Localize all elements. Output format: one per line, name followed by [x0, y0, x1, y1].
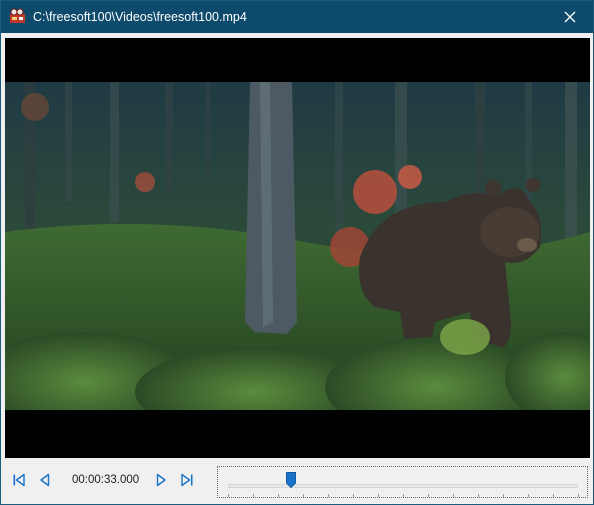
close-icon — [564, 11, 576, 23]
seek-thumb[interactable] — [286, 472, 296, 488]
seek-track[interactable] — [228, 484, 578, 488]
seek-tick — [503, 494, 504, 497]
seek-tick — [428, 494, 429, 497]
seek-tick — [253, 494, 254, 497]
player-window: C:\freesoft100\Videos\freesoft100.mp4 00… — [0, 0, 594, 505]
seek-slider[interactable] — [217, 466, 588, 498]
seek-tick — [403, 494, 404, 497]
current-time: 00:00:33.000 — [72, 474, 140, 486]
seek-tick — [353, 494, 354, 497]
playback-controls: 00:00:33.000 — [1, 459, 593, 504]
seek-tick — [553, 494, 554, 497]
seek-tick — [303, 494, 304, 497]
film-projector-icon — [10, 8, 25, 23]
seek-tick — [578, 494, 579, 497]
seek-tick — [453, 494, 454, 497]
previous-frame-icon[interactable] — [38, 473, 52, 487]
next-frame-icon[interactable] — [154, 473, 168, 487]
video-frame — [5, 82, 590, 410]
close-button[interactable] — [547, 1, 593, 33]
seek-tick — [478, 494, 479, 497]
seek-tick — [278, 494, 279, 497]
video-display[interactable] — [5, 38, 590, 458]
seek-tick — [378, 494, 379, 497]
window-title: C:\freesoft100\Videos\freesoft100.mp4 — [33, 10, 247, 24]
seek-tick — [228, 494, 229, 497]
skip-to-end-icon[interactable] — [180, 473, 194, 487]
title-bar[interactable]: C:\freesoft100\Videos\freesoft100.mp4 — [1, 1, 593, 33]
skip-to-start-icon[interactable] — [12, 473, 26, 487]
seek-tick — [328, 494, 329, 497]
seek-tick — [528, 494, 529, 497]
